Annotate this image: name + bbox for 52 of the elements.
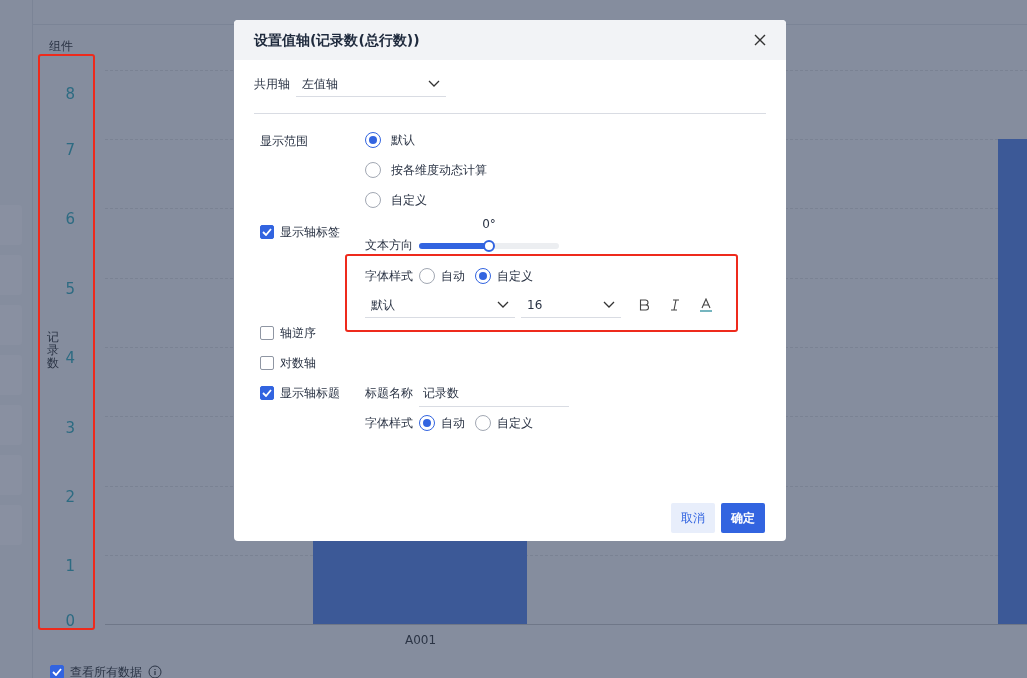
option-label: 自定义 (497, 268, 533, 285)
checkbox-label: 对数轴 (280, 355, 316, 372)
checkbox-label: 显示轴标题 (280, 385, 340, 402)
checkbox[interactable] (50, 665, 64, 678)
cancel-button[interactable]: 取消 (671, 503, 715, 533)
option-label: 自定义 (391, 192, 427, 209)
checkbox[interactable] (260, 356, 274, 370)
checkbox[interactable] (260, 225, 274, 239)
axis-tick-label: 0 (64, 611, 75, 632)
slider-track[interactable] (419, 243, 559, 249)
slider-label: 文本方向 (365, 239, 413, 251)
axis-tick-label: 2 (64, 487, 75, 508)
option-label: 按各维度动态计算 (391, 162, 487, 179)
axis-tick-label: 5 (64, 279, 75, 300)
field-label: 字体样式 (365, 268, 413, 285)
field-label: 字体样式 (365, 415, 413, 432)
confirm-button[interactable]: 确定 (721, 503, 765, 533)
field-label: 共用轴 (254, 76, 290, 93)
size-select[interactable]: 16 (521, 292, 621, 318)
axis-title: 记录数 (47, 331, 59, 371)
checkbox-label: 轴逆序 (280, 325, 316, 342)
font-color-icon[interactable] (699, 298, 713, 312)
option-label: 自动 (441, 268, 465, 285)
section-label: 显示范围 (260, 134, 308, 148)
chevron-down-icon (497, 301, 509, 308)
chevron-down-icon (428, 80, 440, 87)
axis-tick-label: 6 (64, 209, 75, 230)
dialog-title: 设置值轴(记录数(总行数)) (254, 30, 420, 50)
checkbox-label: 查看所有数据 (70, 664, 142, 678)
checkbox-label: 显示轴标签 (280, 224, 340, 241)
info-icon[interactable] (148, 665, 162, 678)
chevron-down-icon (603, 301, 615, 308)
axis-tick-label: 1 (64, 556, 75, 577)
axis-tick-label: 3 (64, 418, 75, 439)
axis-select[interactable]: 左值轴 (296, 71, 446, 97)
field-label: 标题名称 (365, 385, 413, 402)
axis-tick-label: 7 (64, 140, 75, 161)
italic-icon[interactable] (668, 298, 682, 312)
category-label: A001 (405, 632, 437, 649)
option-label: 自定义 (497, 415, 533, 432)
option-label: 自动 (441, 415, 465, 432)
checkbox[interactable] (260, 326, 274, 340)
bold-icon[interactable] (637, 298, 651, 312)
axis-caption: 组件 (49, 38, 73, 55)
close-icon[interactable] (754, 34, 766, 46)
slider-thumb[interactable] (483, 240, 495, 252)
option-label: 默认 (391, 132, 415, 149)
axis-tick-label: 4 (64, 348, 75, 369)
axis-tick-label: 8 (64, 84, 75, 105)
checkbox[interactable] (260, 386, 274, 400)
font-select[interactable]: 默认 (365, 292, 515, 318)
angle-value: 0° (482, 216, 496, 233)
